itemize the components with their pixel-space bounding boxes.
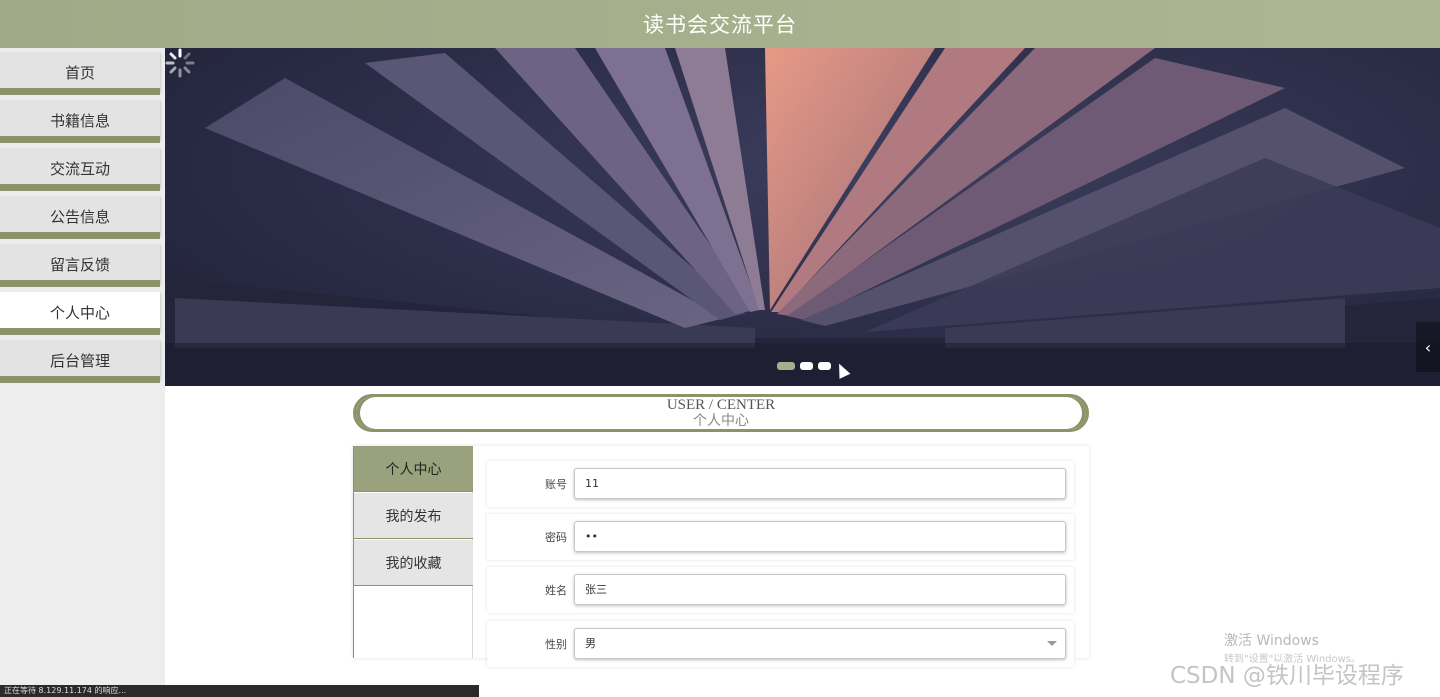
gender-select-value: 男 xyxy=(585,637,596,650)
nav-divider xyxy=(0,328,160,335)
form-row-name: 姓名 张三 xyxy=(487,567,1074,613)
nav-divider xyxy=(0,88,160,95)
site-header: 读书会交流平台 xyxy=(0,0,1440,48)
windows-activation-title: 激活 Windows xyxy=(1224,633,1319,649)
carousel-prev-button[interactable]: ‹ xyxy=(1416,322,1440,372)
account-input[interactable]: 11 xyxy=(574,468,1066,499)
gender-label: 性别 xyxy=(545,638,567,651)
nav-item-forum[interactable]: 交流互动 xyxy=(0,148,160,188)
menu-item-my-posts[interactable]: 我的发布 xyxy=(354,493,473,539)
form-row-gender: 性别 男 xyxy=(487,621,1074,667)
user-center-menu: 个人中心 我的发布 我的收藏 xyxy=(353,446,473,658)
nav-item-home[interactable]: 首页 xyxy=(0,52,160,92)
nav-divider xyxy=(0,280,160,287)
open-book-image xyxy=(165,48,1440,386)
site-title: 读书会交流平台 xyxy=(643,13,797,37)
nav-item-user-center[interactable]: 个人中心 xyxy=(0,292,160,332)
carousel-dot-3[interactable] xyxy=(818,362,831,370)
spinner-icon xyxy=(165,48,195,78)
nav-divider xyxy=(0,136,160,143)
nav-item-admin[interactable]: 后台管理 xyxy=(0,340,160,380)
account-label: 账号 xyxy=(545,478,567,491)
nav-divider xyxy=(0,232,160,239)
menu-item-user-center[interactable]: 个人中心 xyxy=(354,446,473,492)
password-input[interactable]: •• xyxy=(574,521,1066,552)
sidebar-nav: 首页 书籍信息 交流互动 公告信息 留言反馈 个人中心 后台管理 xyxy=(0,48,165,697)
status-text: 正在等待 8.129.11.174 的响应... xyxy=(4,686,127,695)
carousel-dot-1[interactable] xyxy=(777,362,795,370)
form-row-password: 密码 •• xyxy=(487,514,1074,560)
form-row-account: 账号 11 xyxy=(487,461,1074,507)
banner-carousel[interactable]: ‹ xyxy=(165,48,1440,386)
section-title-en: USER / CENTER xyxy=(666,397,776,413)
chevron-down-icon xyxy=(1047,641,1057,646)
password-label: 密码 xyxy=(545,531,567,544)
user-center-panel: 个人中心 我的发布 我的收藏 账号 11 密码 •• 姓名 张三 性别 男 xyxy=(353,446,1089,667)
chevron-left-icon: ‹ xyxy=(1424,337,1432,357)
section-title-cn: 个人中心 xyxy=(693,414,749,429)
carousel-dot-2[interactable] xyxy=(800,362,813,370)
nav-divider xyxy=(0,184,160,191)
gender-select[interactable]: 男 xyxy=(574,628,1066,659)
browser-status-bar: 正在等待 8.129.11.174 的响应... xyxy=(0,685,479,697)
csdn-watermark: CSDN @铁川毕设程序 xyxy=(1170,663,1404,689)
carousel-indicators xyxy=(777,362,831,370)
name-input[interactable]: 张三 xyxy=(574,574,1066,605)
nav-divider xyxy=(0,376,160,383)
nav-item-books[interactable]: 书籍信息 xyxy=(0,100,160,140)
section-heading: USER / CENTER 个人中心 xyxy=(353,394,1089,432)
nav-item-notices[interactable]: 公告信息 xyxy=(0,196,160,236)
nav-item-feedback[interactable]: 留言反馈 xyxy=(0,244,160,284)
menu-item-my-favorites[interactable]: 我的收藏 xyxy=(354,540,473,586)
name-label: 姓名 xyxy=(545,584,567,597)
